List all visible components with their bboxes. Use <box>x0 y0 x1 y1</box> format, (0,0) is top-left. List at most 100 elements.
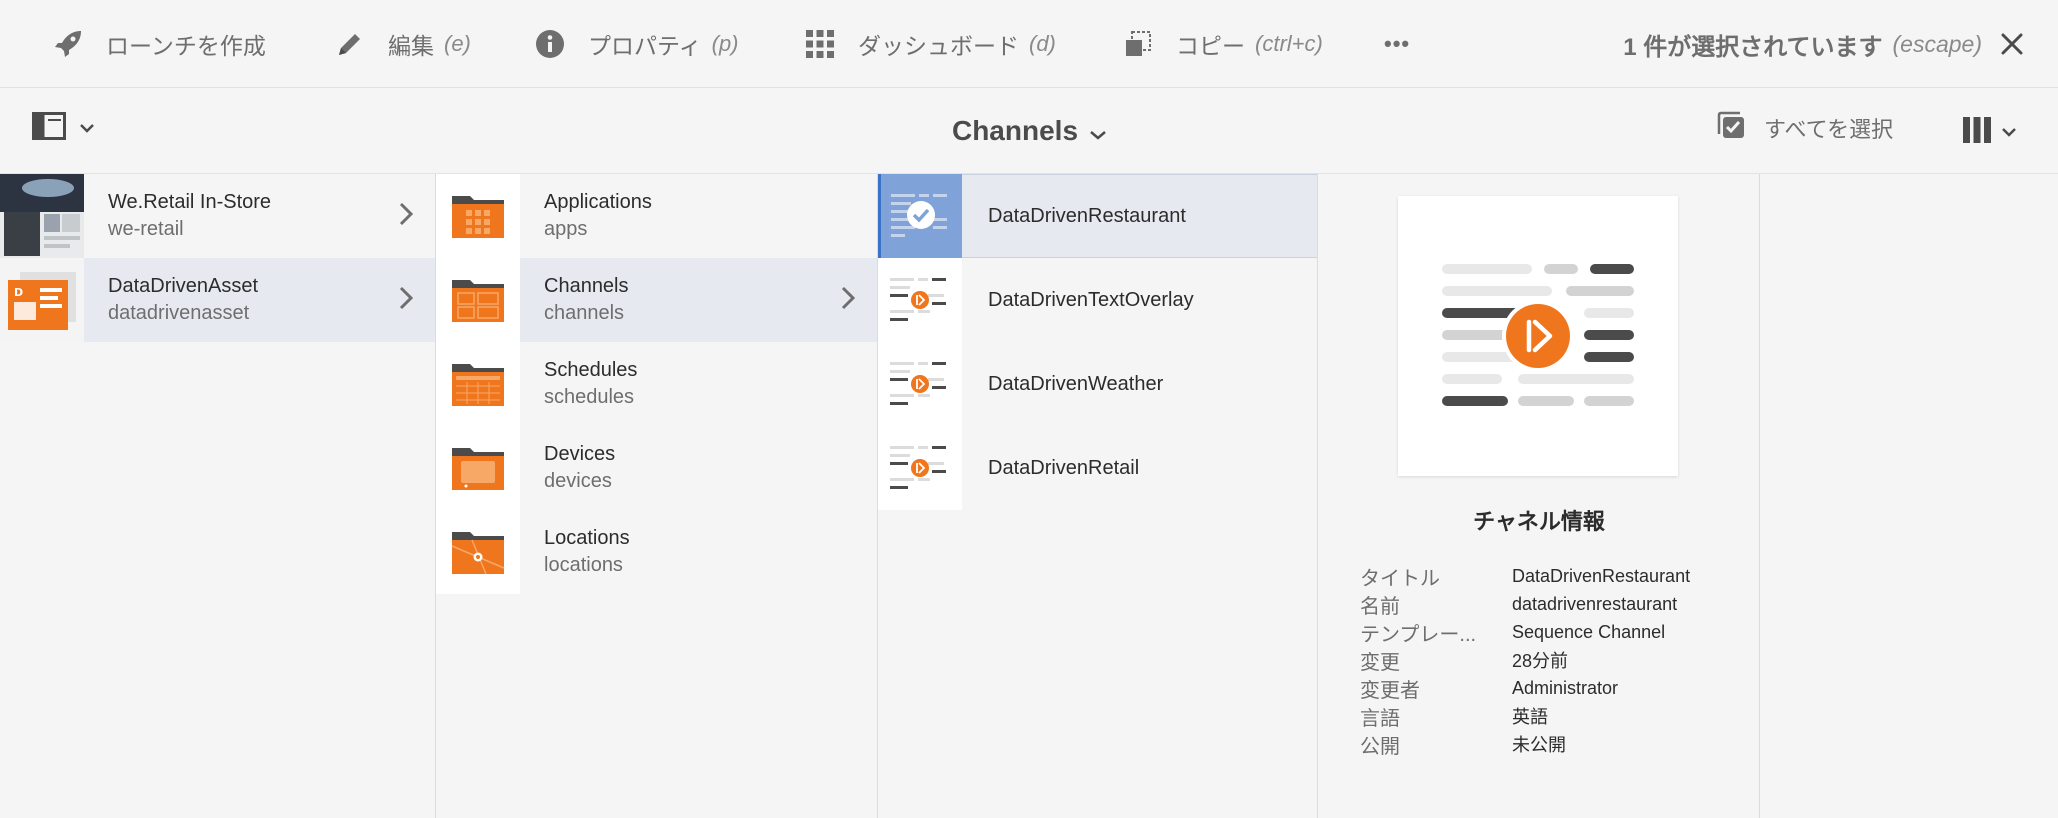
pencil-icon <box>332 26 368 62</box>
folder-icon <box>436 258 520 342</box>
item-name: locations <box>544 554 623 576</box>
folder-icon <box>436 174 520 258</box>
we-retail-thumbnail <box>0 174 84 258</box>
list-item[interactable]: DataDrivenTextOverlay <box>878 258 1317 342</box>
datadrivenasset-thumbnail: D <box>0 258 84 342</box>
item-title: Schedules <box>544 359 638 381</box>
checkbox-multi-icon <box>1716 110 1746 146</box>
metadata-list: タイトル DataDrivenRestaurant 名前 datadrivenr… <box>1360 562 1690 758</box>
metadata-row: テンプレー... Sequence Channel <box>1360 618 1690 646</box>
properties-label: プロパティ <box>588 33 702 59</box>
metadata-value: Administrator <box>1512 677 1619 698</box>
dashboard-shortcut: (d) <box>1029 31 1056 56</box>
item-title: DataDrivenWeather <box>988 372 1164 395</box>
create-launch-label: ローンチを作成 <box>106 33 266 59</box>
item-title: We.Retail In-Store <box>108 191 272 213</box>
folder-icon <box>436 426 520 510</box>
grid-icon <box>802 26 838 62</box>
metadata-key: タイトル <box>1360 567 1440 590</box>
item-name: apps <box>544 218 588 240</box>
list-item[interactable]: D DataDrivenAsset datadrivenasset <box>0 258 435 342</box>
item-title: DataDrivenRestaurant <box>988 204 1186 227</box>
copy-shortcut: (ctrl+c) <box>1255 31 1323 56</box>
item-name: datadrivenasset <box>108 302 250 324</box>
metadata-value: 28分前 <box>1512 651 1569 671</box>
more-actions-button[interactable]: ••• <box>1384 0 1410 88</box>
metadata-key: 名前 <box>1360 595 1400 618</box>
metadata-value: 未公開 <box>1512 735 1566 755</box>
metadata-row: 変更者 Administrator <box>1360 674 1690 702</box>
title-bar: Channels すべてを選択 <box>0 88 2058 174</box>
chevron-down-icon <box>2002 124 2016 142</box>
folder-icon <box>436 342 520 426</box>
list-item[interactable]: Schedules schedules <box>436 342 877 426</box>
copy-icon <box>1120 26 1156 62</box>
edit-label: 編集 <box>388 33 434 59</box>
preview-panel: チャネル情報 タイトル DataDrivenRestaurant 名前 data… <box>1318 174 1760 818</box>
channel-thumbnail <box>878 174 962 258</box>
list-item[interactable]: Applications apps <box>436 174 877 258</box>
metadata-row: 公開 未公開 <box>1360 730 1690 758</box>
edit-shortcut: (e) <box>444 31 471 56</box>
list-item[interactable]: Locations locations <box>436 510 877 594</box>
select-all-button[interactable]: すべてを選択 <box>1716 110 1893 146</box>
dashboard-button[interactable]: ダッシュボード (d) <box>802 0 1056 88</box>
edit-button[interactable]: 編集 (e) <box>332 0 471 88</box>
item-title: DataDrivenRetail <box>988 456 1140 479</box>
copy-label: コピー <box>1176 33 1245 59</box>
column-projects: We.Retail In-Store we-retail D DataDrive… <box>0 174 436 818</box>
item-name: schedules <box>544 386 635 408</box>
close-icon[interactable] <box>1994 26 2030 62</box>
channel-thumbnail <box>878 426 962 510</box>
metadata-value: 英語 <box>1512 707 1548 727</box>
item-title: Channels <box>544 275 629 297</box>
selection-status: 1 件が選択されています (escape) <box>1623 0 1982 88</box>
list-item[interactable]: Devices devices <box>436 426 877 510</box>
metadata-row: タイトル DataDrivenRestaurant <box>1360 562 1690 590</box>
item-title: DataDrivenTextOverlay <box>988 288 1194 311</box>
column-view-icon <box>1962 116 1992 149</box>
channel-preview-image <box>1398 196 1678 476</box>
metadata-value: DataDrivenRestaurant <box>1512 565 1691 586</box>
dashboard-label: ダッシュボード <box>858 33 1019 59</box>
info-icon <box>532 26 568 62</box>
metadata-value: Sequence Channel <box>1512 621 1666 642</box>
item-title: Devices <box>544 443 616 465</box>
channel-thumbnail <box>878 342 962 426</box>
properties-button[interactable]: プロパティ (p) <box>532 0 739 88</box>
metadata-row: 変更 28分前 <box>1360 646 1690 674</box>
empty-column <box>1760 174 2058 818</box>
metadata-row: 言語 英語 <box>1360 702 1690 730</box>
page-title-label: Channels <box>951 115 1079 146</box>
create-launch-button[interactable]: ローンチを作成 <box>50 0 266 88</box>
action-bar: ローンチを作成 編集 (e) プロパティ (p) ダッシュボード (d) コピー… <box>0 0 2058 88</box>
copy-button[interactable]: コピー (ctrl+c) <box>1120 0 1323 88</box>
select-all-label: すべてを選択 <box>1764 117 1894 142</box>
column-folders: Applications apps Channels channels Sche… <box>436 174 878 818</box>
metadata-key: 変更 <box>1360 651 1400 674</box>
selection-status-label: 1 件が選択されています <box>1623 33 1883 61</box>
more-icon: ••• <box>1384 31 1411 56</box>
chevron-right-icon <box>841 286 856 315</box>
list-item[interactable]: DataDrivenRestaurant <box>878 174 1317 258</box>
list-item[interactable]: DataDrivenRetail <box>878 426 1317 510</box>
list-item[interactable]: Channels channels <box>436 258 877 342</box>
view-switcher-button[interactable] <box>1962 116 2016 149</box>
channel-thumbnail <box>878 258 962 342</box>
list-item[interactable]: We.Retail In-Store we-retail <box>0 174 435 258</box>
chevron-down-icon <box>1090 115 1106 147</box>
item-name: channels <box>544 302 625 324</box>
chevron-right-icon <box>399 286 414 315</box>
metadata-value: datadrivenrestaurant <box>1512 593 1678 614</box>
metadata-key: 言語 <box>1360 707 1400 730</box>
item-title: Locations <box>544 527 630 549</box>
list-item[interactable]: DataDrivenWeather <box>878 342 1317 426</box>
metadata-key: テンプレー... <box>1360 623 1477 646</box>
preview-heading: チャネル情報 <box>1473 509 1605 534</box>
item-name: we-retail <box>108 218 184 240</box>
folder-icon <box>436 510 520 594</box>
item-name: devices <box>544 470 612 492</box>
column-channels: DataDrivenRestaurant DataDrivenTextOverl… <box>878 174 1318 818</box>
metadata-row: 名前 datadrivenrestaurant <box>1360 590 1690 618</box>
metadata-key: 変更者 <box>1360 679 1420 702</box>
